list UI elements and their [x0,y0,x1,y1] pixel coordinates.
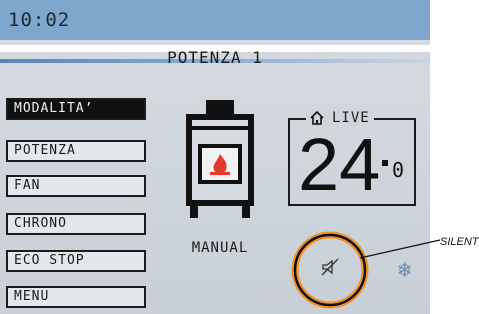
menu-item-modalita[interactable]: MODALITA’ [6,98,146,120]
menu-item-eco-stop[interactable]: ECO STOP [6,250,146,272]
stove-icon [186,100,254,218]
temperature-decimal: 0 [392,158,405,182]
lcd-screen: 10:02 POTENZA 1 MODALITA’ POTENZA FAN CH… [0,0,430,314]
status-bar: 10:02 [0,0,430,40]
snowflake-icon: ❄ [398,258,412,283]
annotation-pointer [360,239,441,259]
menu-item-potenza[interactable]: POTENZA [6,140,146,162]
menu-item-chrono[interactable]: CHRONO [6,213,146,235]
speaker-muted-icon[interactable] [319,256,341,278]
temperature-integer: 24 [298,123,381,206]
menu-item-fan[interactable]: FAN [6,175,146,197]
silent-annotation-label: SILENT [440,236,479,248]
mode-label: MANUAL [191,240,249,256]
clock: 10:02 [8,9,71,31]
temperature-decimal-point [382,160,388,166]
page-title: POTENZA 1 [167,48,263,67]
menu-item-menu[interactable]: MENU [6,286,146,308]
